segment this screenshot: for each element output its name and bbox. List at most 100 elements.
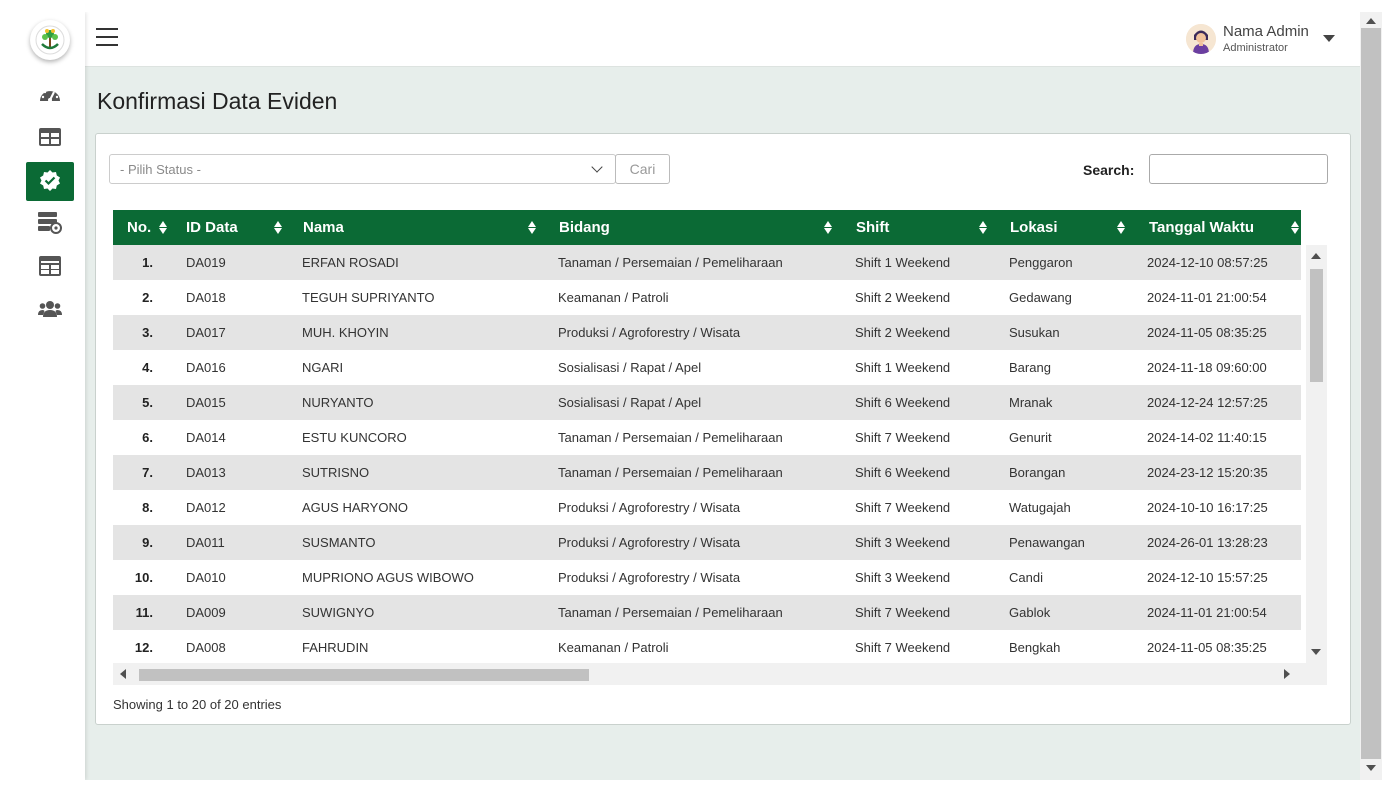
sort-icon[interactable] xyxy=(1291,221,1299,234)
sidebar-item-server[interactable] xyxy=(26,205,74,244)
sort-icon[interactable] xyxy=(528,221,536,234)
table-row[interactable]: 4. DA016 NGARI Sosialisasi / Rapat / Apel Sh… xyxy=(113,350,1301,385)
sidebar-item-dashboard[interactable] xyxy=(26,76,74,115)
search-label: Search: xyxy=(1083,162,1135,178)
table-row[interactable]: 5. DA015 NURYANTO Sosialisasi / Rapat / Ape… xyxy=(113,385,1301,420)
cell-tanggal-waktu: 2024-11-01 21:00:54 xyxy=(1147,290,1267,305)
table-row[interactable]: 8. DA012 AGUS HARYONO Produksi / Agroforest… xyxy=(113,490,1301,525)
table-row[interactable]: 7. DA013 SUTRISNO Tanaman / Persemaian / Pe… xyxy=(113,455,1301,490)
cell-id-data: DA009 xyxy=(186,605,226,620)
cell-nama: MUH. KHOYIN xyxy=(302,325,389,340)
cell-lokasi: Gedawang xyxy=(1009,290,1072,305)
cell-no: 3. xyxy=(142,325,153,340)
search-input[interactable] xyxy=(1149,154,1328,184)
sidebar xyxy=(15,12,85,780)
column-header-no[interactable]: No. xyxy=(127,210,151,245)
avatar-icon[interactable] xyxy=(1186,24,1216,54)
user-name[interactable]: Nama Admin xyxy=(1223,23,1309,40)
sort-icon[interactable] xyxy=(979,221,987,234)
chevron-down-icon[interactable] xyxy=(1323,35,1335,42)
cell-id-data: DA012 xyxy=(186,500,226,515)
scroll-thumb[interactable] xyxy=(1310,269,1323,382)
column-header-id-data[interactable]: ID Data xyxy=(186,210,238,245)
table-row[interactable]: 6. DA014 ESTU KUNCORO Tanaman / Persemaian … xyxy=(113,420,1301,455)
scroll-thumb[interactable] xyxy=(139,669,589,681)
cell-nama: SUSMANTO xyxy=(302,535,376,550)
cell-nama: AGUS HARYONO xyxy=(302,500,408,515)
sort-icon[interactable] xyxy=(824,221,832,234)
users-icon xyxy=(38,300,62,322)
cell-id-data: DA008 xyxy=(186,640,226,655)
table-row[interactable]: 3. DA017 MUH. KHOYIN Produksi / Agroforestr… xyxy=(113,315,1301,350)
cari-button[interactable]: Cari xyxy=(615,154,670,184)
sort-icon[interactable] xyxy=(1117,221,1125,234)
table-body: 1. DA019 ERFAN ROSADI Tanaman / Persemaian … xyxy=(113,245,1301,665)
sidebar-item-table[interactable] xyxy=(26,119,74,158)
scroll-up-arrow-icon[interactable] xyxy=(1311,253,1321,259)
leaf-logo-icon[interactable] xyxy=(30,20,70,60)
sort-icon[interactable] xyxy=(274,221,282,234)
page-vertical-scrollbar[interactable] xyxy=(1360,12,1382,780)
status-select[interactable]: - Pilih Status - xyxy=(109,154,616,184)
scroll-down-arrow-icon[interactable] xyxy=(1366,765,1376,771)
cell-no: 5. xyxy=(142,395,153,410)
cell-id-data: DA010 xyxy=(186,570,226,585)
cell-lokasi: Gablok xyxy=(1009,605,1051,620)
cell-shift: Shift 1 Weekend xyxy=(855,255,951,270)
sort-icon[interactable] xyxy=(159,221,167,234)
table-row[interactable]: 9. DA011 SUSMANTO Produksi / Agroforestry /… xyxy=(113,525,1301,560)
cell-nama: FAHRUDIN xyxy=(302,640,369,655)
cell-id-data: DA011 xyxy=(186,535,225,550)
cell-bidang: Tanaman / Persemaian / Pemeliharaan xyxy=(558,465,783,480)
scroll-thumb[interactable] xyxy=(1361,28,1381,759)
table-row[interactable]: 12. DA008 FAHRUDIN Keamanan / Patroli Shift … xyxy=(113,630,1301,665)
scroll-left-arrow-icon[interactable] xyxy=(120,669,126,679)
column-header-shift[interactable]: Shift xyxy=(856,210,889,245)
cell-nama: MUPRIONO AGUS WIBOWO xyxy=(302,570,474,585)
cell-bidang: Tanaman / Persemaian / Pemeliharaan xyxy=(558,430,783,445)
table-row[interactable]: 1. DA019 ERFAN ROSADI Tanaman / Persemaian … xyxy=(113,245,1301,280)
cell-bidang: Sosialisasi / Rapat / Apel xyxy=(558,360,702,375)
status-select-placeholder: - Pilih Status - xyxy=(120,162,201,177)
cell-lokasi: Candi xyxy=(1009,570,1043,585)
scroll-right-arrow-icon[interactable] xyxy=(1284,669,1290,679)
cell-tanggal-waktu: 2024-11-18 09:60:00 xyxy=(1147,360,1267,375)
cell-tanggal-waktu: 2024-11-05 08:35:25 xyxy=(1147,640,1267,655)
column-header-lokasi[interactable]: Lokasi xyxy=(1010,210,1058,245)
cell-nama: TEGUH SUPRIYANTO xyxy=(302,290,435,305)
cell-id-data: DA015 xyxy=(186,395,226,410)
cell-shift: Shift 3 Weekend xyxy=(855,535,951,550)
cell-no: 8. xyxy=(142,500,153,515)
scroll-up-arrow-icon[interactable] xyxy=(1366,18,1376,24)
cell-bidang: Keamanan / Patroli xyxy=(558,640,669,655)
cell-no: 1. xyxy=(142,255,153,270)
table-row[interactable]: 2. DA018 TEGUH SUPRIYANTO Keamanan / Patrol… xyxy=(113,280,1301,315)
cell-shift: Shift 6 Weekend xyxy=(855,395,951,410)
cell-shift: Shift 7 Weekend xyxy=(855,500,951,515)
sidebar-item-users[interactable] xyxy=(26,291,74,330)
app-window: Nama Admin Administrator Konfirmasi Data… xyxy=(15,12,1360,780)
sidebar-item-konfirmasi[interactable] xyxy=(26,162,74,201)
cell-no: 9. xyxy=(142,535,153,550)
hamburger-icon[interactable] xyxy=(96,28,118,48)
cell-no: 7. xyxy=(142,465,153,480)
data-card: - Pilih Status - Cari Search: No. ID Dat… xyxy=(95,133,1351,725)
table-icon xyxy=(39,127,61,150)
cell-tanggal-waktu: 2024-12-24 12:57:25 xyxy=(1147,395,1268,410)
cell-lokasi: Bengkah xyxy=(1009,640,1061,655)
table-horizontal-scrollbar[interactable] xyxy=(113,663,1327,685)
cell-lokasi: Mranak xyxy=(1009,395,1053,410)
column-header-bidang[interactable]: Bidang xyxy=(559,210,610,245)
scroll-down-arrow-icon[interactable] xyxy=(1311,649,1321,655)
cell-bidang: Tanaman / Persemaian / Pemeliharaan xyxy=(558,255,783,270)
table-row[interactable]: 10. DA010 MUPRIONO AGUS WIBOWO Produksi / A… xyxy=(113,560,1301,595)
table-vertical-scrollbar[interactable] xyxy=(1306,245,1327,663)
sidebar-item-calendar[interactable] xyxy=(26,248,74,287)
cell-no: 4. xyxy=(142,360,153,375)
verified-check-icon xyxy=(39,169,61,195)
column-header-tanggal-waktu[interactable]: Tanggal Waktu xyxy=(1149,210,1254,245)
column-header-nama[interactable]: Nama xyxy=(303,210,344,245)
cell-shift: Shift 1 Weekend xyxy=(855,360,951,375)
table-row[interactable]: 11. DA009 SUWIGNYO Tanaman / Persemaian / P… xyxy=(113,595,1301,630)
cell-shift: Shift 2 Weekend xyxy=(855,325,951,340)
